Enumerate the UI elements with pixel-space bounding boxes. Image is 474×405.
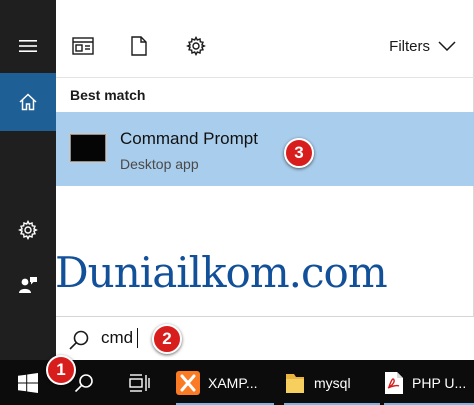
- folder-icon: [286, 373, 304, 393]
- apps-filter-button[interactable]: [69, 32, 97, 60]
- search-icon: [68, 329, 90, 351]
- step-marker-3: 3: [284, 138, 314, 168]
- pdf-icon: [385, 371, 403, 394]
- taskbar-app-label: PHP U...: [412, 374, 467, 391]
- gear-icon: [18, 220, 38, 240]
- hamburger-icon: [19, 40, 37, 52]
- user-feedback-icon: [19, 277, 37, 293]
- taskbar-app-mysql-folder[interactable]: mysql: [284, 360, 380, 405]
- task-view-button[interactable]: [118, 360, 162, 405]
- home-button[interactable]: [0, 73, 56, 131]
- search-input[interactable]: cmd: [101, 328, 133, 348]
- apps-window-icon: [72, 37, 94, 55]
- home-icon: [19, 93, 37, 111]
- step-marker-1: 1: [46, 355, 76, 385]
- hamburger-menu-button[interactable]: [0, 26, 56, 66]
- settings-filter-button[interactable]: [182, 32, 210, 60]
- filters-label: Filters: [389, 37, 430, 55]
- documents-filter-button[interactable]: [125, 32, 153, 60]
- xampp-icon: [176, 370, 200, 395]
- search-icon: [74, 373, 93, 392]
- windows-logo-icon: [18, 372, 38, 393]
- user-account-button[interactable]: [0, 262, 56, 308]
- taskbar-app-php-pdf[interactable]: PHP U...: [384, 360, 474, 405]
- result-title: Command Prompt: [120, 129, 258, 148]
- step-marker-2: 2: [152, 324, 182, 354]
- search-toolbar: Filters: [56, 0, 474, 78]
- settings-button[interactable]: [0, 208, 56, 252]
- taskbar-app-label: XAMP...: [208, 374, 258, 391]
- task-view-icon: [129, 373, 150, 392]
- start-menu-rail: [0, 0, 56, 360]
- watermark-text: Duniailkom.com: [55, 248, 388, 297]
- chevron-down-icon: [438, 41, 456, 51]
- best-match-result[interactable]: Command Prompt Desktop app: [56, 112, 474, 186]
- best-match-heading: Best match: [70, 87, 146, 103]
- search-results-panel: Filters Best match Command Prompt Deskto…: [56, 0, 474, 360]
- search-box[interactable]: cmd 2: [56, 316, 474, 360]
- result-subtitle: Desktop app: [120, 156, 199, 172]
- text-caret: [137, 328, 138, 348]
- document-icon: [131, 36, 147, 56]
- filters-dropdown[interactable]: Filters: [389, 34, 456, 58]
- taskbar-app-xampp[interactable]: XAMP...: [176, 360, 274, 405]
- taskbar-app-label: mysql: [314, 374, 351, 391]
- command-prompt-icon: [70, 134, 106, 162]
- gear-icon: [186, 36, 206, 56]
